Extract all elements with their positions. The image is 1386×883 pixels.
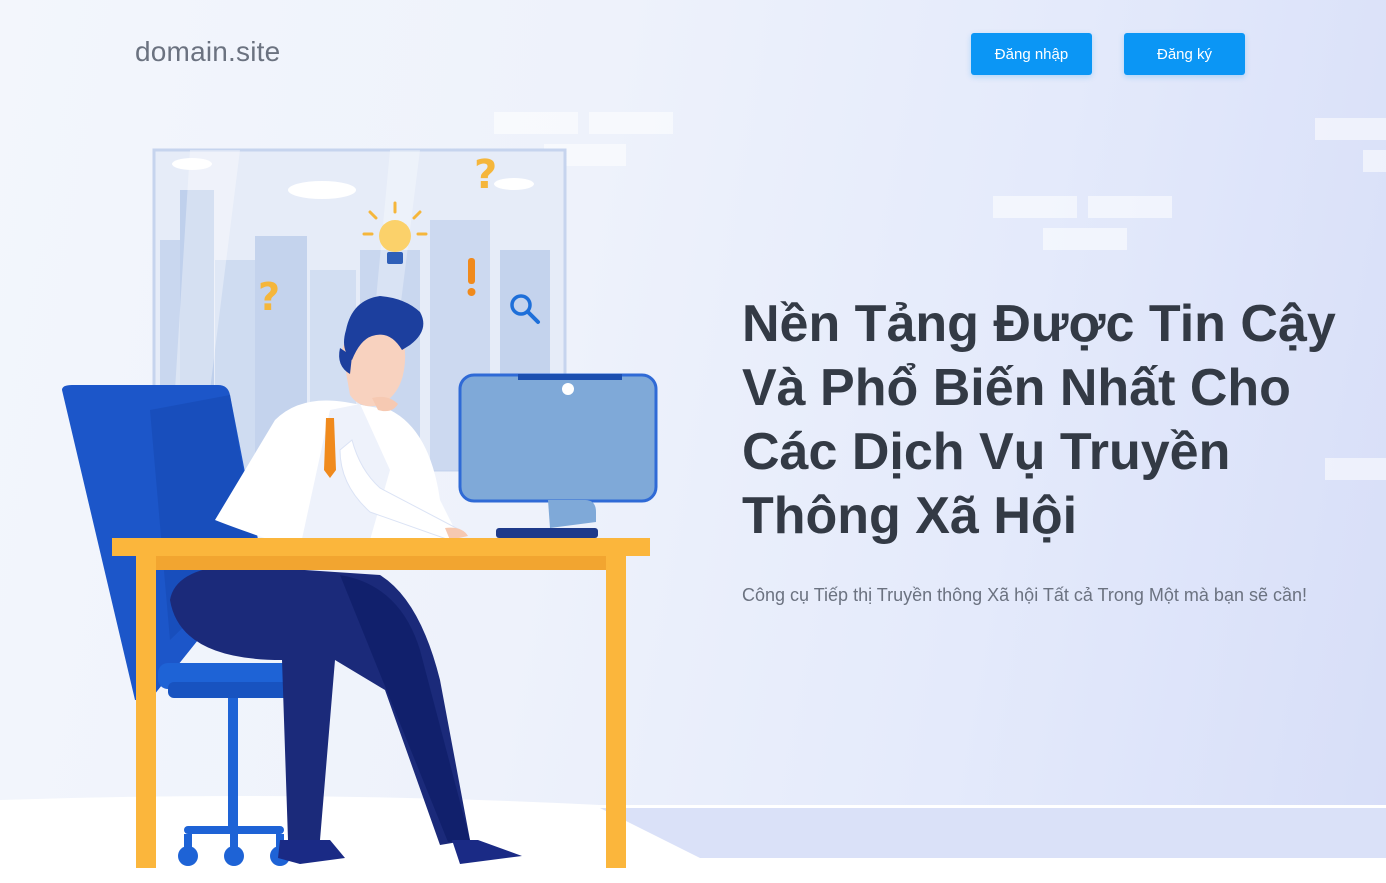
hero-subtitle: Công cụ Tiếp thị Truyền thông Xã hội Tất… [742,585,1307,605]
exclamation-icon [467,258,476,296]
question-mark-icon: ? [474,152,497,198]
question-mark-icon: ? [258,275,280,319]
svg-text:?: ? [258,275,280,319]
svg-text:?: ? [474,152,497,198]
hero-illustration: ? ? [62,148,658,868]
monitor [458,373,658,538]
hero-title: Nền Tảng Được Tin Cậy Và Phổ Biến Nhất C… [742,295,1336,545]
